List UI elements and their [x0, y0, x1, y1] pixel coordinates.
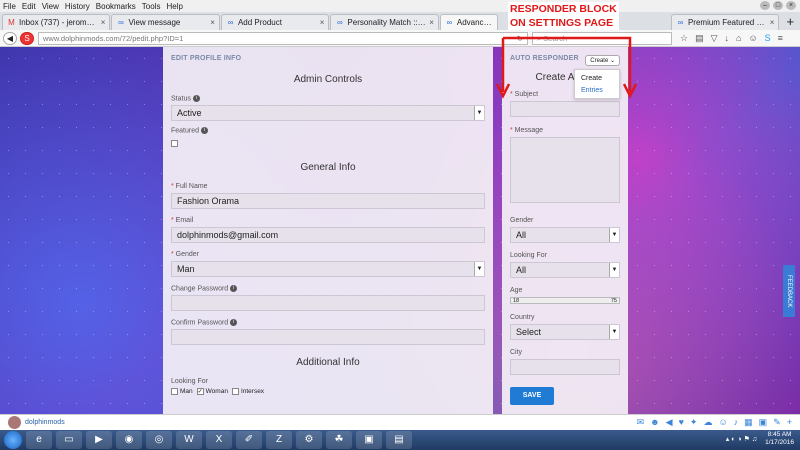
- group-icon[interactable]: ☺: [718, 417, 727, 428]
- calendar-icon[interactable]: ▣: [759, 417, 768, 428]
- footer-username[interactable]: dolphinmods: [25, 419, 65, 426]
- friends-icon[interactable]: ☻: [650, 417, 659, 428]
- cart-icon[interactable]: ▦: [744, 417, 753, 428]
- ie-icon[interactable]: e: [26, 431, 52, 449]
- site-footer-bar: dolphinmods ✉ ☻ ◀ ♥ ✦ ☁ ☺ ♪ ▦ ▣ ✎ +: [0, 414, 800, 430]
- filezilla-icon[interactable]: Z: [266, 431, 292, 449]
- annotation-arrows: [495, 36, 638, 99]
- heart-icon[interactable]: ♥: [679, 417, 684, 428]
- excel-icon[interactable]: X: [206, 431, 232, 449]
- tray-icons[interactable]: ▴ ◐ ◑ ⚑ ♫: [726, 435, 757, 443]
- frog-icon[interactable]: ☘: [326, 431, 352, 449]
- megaphone-icon[interactable]: ◀: [666, 417, 673, 428]
- clock[interactable]: 8:45 AM 1/17/2016: [765, 431, 794, 447]
- chrome-icon[interactable]: ◎: [146, 431, 172, 449]
- bell-icon[interactable]: ♪: [734, 417, 739, 428]
- document-icon[interactable]: ▤: [386, 431, 412, 449]
- firefox-icon[interactable]: ◉: [116, 431, 142, 449]
- window-icon[interactable]: ▣: [356, 431, 382, 449]
- taskbar: e ▭ ▶ ◉ ◎ W X ✐ Z ⚙ ☘ ▣ ▤ ▴ ◐ ◑ ⚑ ♫ 8:45…: [0, 430, 800, 450]
- feedback-tab[interactable]: FEEDBACK: [783, 265, 795, 317]
- wrench-icon[interactable]: ✎: [773, 417, 781, 428]
- start-button[interactable]: [4, 431, 22, 449]
- footer-icons: ✉ ☻ ◀ ♥ ✦ ☁ ☺ ♪ ▦ ▣ ✎ +: [637, 417, 792, 428]
- media-icon[interactable]: ▶: [86, 431, 112, 449]
- avatar[interactable]: [8, 416, 21, 429]
- paint-icon[interactable]: ✐: [236, 431, 262, 449]
- twitter-icon[interactable]: ✦: [690, 417, 698, 428]
- annotation-label: RESPONDER BLOCK ON SETTINGS PAGE: [508, 2, 619, 30]
- system-tray: ▴ ◐ ◑ ⚑ ♫ 8:45 AM 1/17/2016: [726, 431, 794, 447]
- chat-icon[interactable]: ☁: [703, 417, 712, 428]
- explorer-icon[interactable]: ▭: [56, 431, 82, 449]
- plus-icon[interactable]: +: [787, 417, 792, 428]
- word-icon[interactable]: W: [176, 431, 202, 449]
- mail-icon[interactable]: ✉: [637, 417, 645, 428]
- tool-icon[interactable]: ⚙: [296, 431, 322, 449]
